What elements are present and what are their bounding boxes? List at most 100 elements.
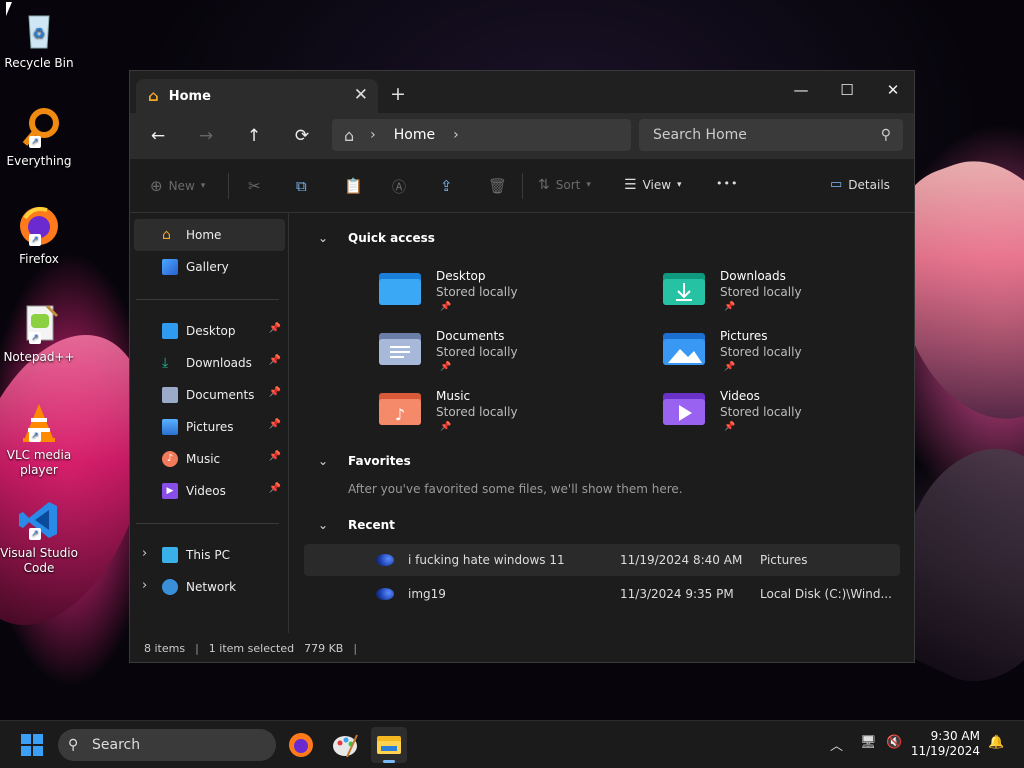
sidebar-item-label: Music — [186, 452, 221, 466]
refresh-button[interactable]: ⟳ — [288, 123, 316, 149]
quick-access-item[interactable]: Documents Stored locally 📌 — [378, 329, 618, 385]
divider — [522, 173, 523, 199]
sidebar-item-network[interactable]: › Network — [134, 571, 285, 603]
close-window-button[interactable]: ✕ — [870, 75, 914, 105]
taskbar-search[interactable]: ⚲ Search — [58, 729, 276, 761]
title-bar[interactable]: ⌂ Home ✕ + — ☐ ✕ — [130, 71, 914, 113]
pin-icon[interactable]: 📌 — [269, 355, 281, 366]
pin-icon[interactable]: 📌 — [269, 419, 281, 430]
vlc-icon: ↗ — [17, 400, 61, 444]
file-location: Pictures — [760, 553, 808, 567]
back-button[interactable]: ← — [144, 123, 172, 149]
start-button[interactable] — [14, 727, 50, 763]
pin-icon: 📌 — [440, 362, 452, 372]
quick-access-item[interactable]: Videos Stored locally 📌 — [662, 389, 902, 445]
sidebar-item-downloads[interactable]: ⤓ Downloads 📌 — [134, 347, 285, 379]
show-hidden-icons-button[interactable]: ︿ — [830, 735, 843, 754]
everything-icon: ↗ — [17, 106, 61, 150]
favorites-header[interactable]: ⌄ Favorites — [318, 454, 411, 468]
sidebar-item-gallery[interactable]: Gallery — [134, 251, 285, 283]
file-location: Local Disk (C:)\Wind... — [760, 587, 892, 601]
quick-access-item[interactable]: ♪ Music Stored locally 📌 — [378, 389, 618, 445]
chevron-right-icon[interactable]: › — [142, 546, 147, 561]
recent-file-row[interactable]: img19 11/3/2024 9:35 PM Local Disk (C:)\… — [304, 578, 900, 610]
chevron-right-icon[interactable]: › — [370, 127, 376, 143]
taskbar-file-explorer[interactable] — [371, 727, 407, 763]
paste-icon[interactable]: 📋 — [344, 177, 363, 195]
search-input[interactable]: Search Home ⚲ — [639, 119, 903, 151]
desktop-icon-label: Notepad++ — [3, 350, 75, 364]
image-file-icon — [376, 554, 394, 566]
up-button[interactable]: ↑ — [240, 123, 268, 149]
pin-icon: 📌 — [724, 422, 736, 432]
desktop-icon-label: Firefox — [19, 252, 59, 266]
quick-access-item[interactable]: Downloads Stored locally 📌 — [662, 269, 902, 325]
sidebar-item-label: Home — [186, 228, 222, 242]
taskbar-firefox[interactable] — [283, 727, 319, 763]
sort-button[interactable]: ⇅ Sort ▾ — [538, 177, 591, 193]
pin-icon[interactable]: 📌 — [269, 451, 281, 462]
desktop-icon-firefox[interactable]: ↗ Firefox — [0, 204, 78, 267]
sidebar-item-this-pc[interactable]: › This PC — [134, 539, 285, 571]
new-button[interactable]: ⊕ New ▾ — [150, 177, 205, 195]
view-button[interactable]: ☰ View ▾ — [624, 177, 682, 193]
cut-icon[interactable]: ✂ — [248, 177, 261, 195]
tab-home[interactable]: ⌂ Home ✕ — [136, 79, 378, 113]
folder-name: Documents — [436, 329, 505, 343]
network-status-icon[interactable]: 🖥 — [860, 735, 877, 750]
clock[interactable]: 9:30 AM 11/19/2024 — [911, 729, 980, 759]
forward-button[interactable]: → — [192, 123, 220, 149]
quick-access-header[interactable]: ⌄ Quick access — [318, 231, 435, 245]
sidebar-item-home[interactable]: ⌂ Home — [134, 219, 285, 251]
address-bar[interactable]: ⌂ › Home › — [332, 119, 631, 151]
pin-icon[interactable]: 📌 — [269, 387, 281, 398]
chevron-right-icon[interactable]: › — [453, 127, 459, 143]
rename-icon[interactable]: Ⓐ — [392, 177, 406, 197]
sidebar-item-desktop[interactable]: Desktop 📌 — [134, 315, 285, 347]
desktop-icon-notepad[interactable]: ↗ Notepad++ — [0, 302, 78, 365]
file-name: i fucking hate windows 11 — [408, 553, 565, 567]
breadcrumb-home[interactable]: Home — [394, 127, 435, 143]
sidebar-item-documents[interactable]: Documents 📌 — [134, 379, 285, 411]
chevron-right-icon[interactable]: › — [142, 578, 147, 593]
quick-access-item[interactable]: Pictures Stored locally 📌 — [662, 329, 902, 385]
sidebar-item-videos[interactable]: ▶ Videos 📌 — [134, 475, 285, 507]
desktop-icon-vscode[interactable]: ↗ Visual Studio Code — [0, 498, 78, 576]
status-bar: 8 items | 1 item selected 779 KB | — [130, 633, 914, 662]
recent-file-row[interactable]: i fucking hate windows 11 11/19/2024 8:4… — [304, 544, 900, 576]
share-icon[interactable]: ⇪ — [440, 177, 453, 195]
close-tab-button[interactable]: ✕ — [354, 85, 368, 105]
desktop-icon-vlc[interactable]: ↗ VLC media player — [0, 400, 78, 478]
folder-status: Stored locally — [436, 405, 518, 419]
details-button[interactable]: ▭ Details — [830, 177, 890, 192]
section-title: Favorites — [348, 454, 411, 468]
mouse-cursor — [6, 2, 18, 16]
pin-icon[interactable]: 📌 — [269, 483, 281, 494]
notification-bell-icon[interactable]: 🔔 — [988, 735, 1004, 750]
sidebar-item-label: Pictures — [186, 420, 234, 434]
delete-icon[interactable]: 🗑 — [488, 177, 507, 195]
view-icon: ☰ — [624, 177, 637, 193]
desktop-icon-label: Everything — [6, 154, 72, 168]
shortcut-arrow-icon: ↗ — [29, 234, 41, 246]
pin-icon[interactable]: 📌 — [269, 323, 281, 334]
pictures-folder-icon — [662, 329, 706, 369]
sidebar-item-pictures[interactable]: Pictures 📌 — [134, 411, 285, 443]
desktop-icon-everything[interactable]: ↗ Everything — [0, 106, 78, 169]
picture-icon — [162, 419, 178, 435]
quick-access-item[interactable]: Desktop Stored locally 📌 — [378, 269, 618, 325]
minimize-button[interactable]: — — [778, 75, 824, 105]
command-bar: ⊕ New ▾ ✂ ⧉ 📋 Ⓐ ⇪ 🗑 ⇅ Sort ▾ ☰ View ▾ ••… — [130, 159, 914, 213]
more-options-button[interactable]: ••• — [716, 177, 738, 190]
home-icon: ⌂ — [344, 125, 355, 145]
maximize-button[interactable]: ☐ — [824, 75, 870, 105]
selection-count: 1 item selected — [208, 641, 295, 655]
volume-muted-icon[interactable]: 🔇 — [886, 735, 902, 750]
new-tab-button[interactable]: + — [390, 83, 406, 105]
desktop-icon-recycle-bin[interactable]: ♻ Recycle Bin — [0, 8, 78, 71]
copy-icon[interactable]: ⧉ — [296, 177, 307, 195]
sidebar-item-music[interactable]: ♪ Music 📌 — [134, 443, 285, 475]
taskbar-paint[interactable] — [327, 727, 363, 763]
recent-header[interactable]: ⌄ Recent — [318, 518, 395, 532]
divider — [136, 299, 279, 300]
